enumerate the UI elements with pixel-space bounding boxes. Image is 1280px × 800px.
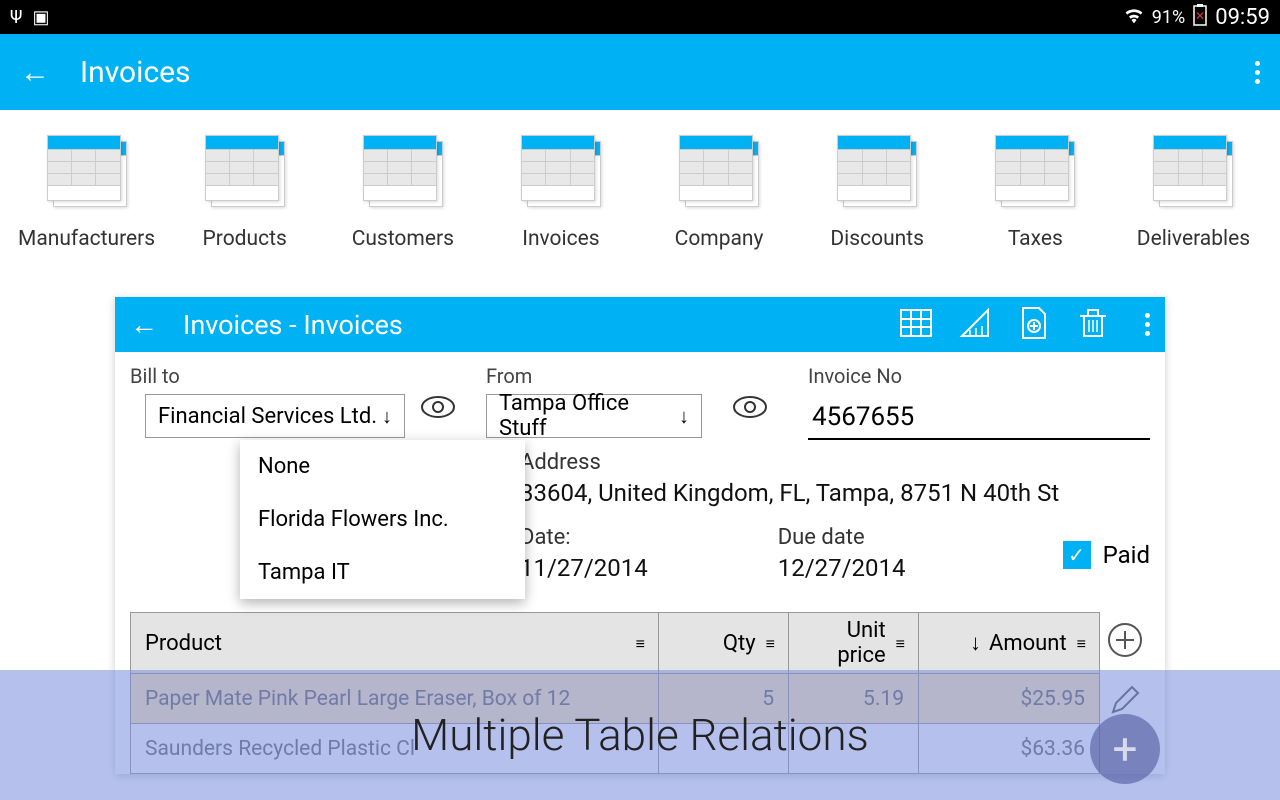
clock: 09:59	[1215, 5, 1270, 30]
col-product[interactable]: Product≡	[131, 613, 659, 673]
address-label: Address	[520, 450, 1150, 475]
category-item[interactable]: Discounts	[801, 135, 954, 251]
table-view-icon[interactable]	[899, 306, 933, 344]
date-label: Date:	[520, 525, 648, 550]
category-label: Invoices	[522, 227, 599, 251]
table-stack-icon	[47, 135, 127, 207]
col-price[interactable]: Unit price≡	[789, 613, 919, 673]
column-menu-icon[interactable]: ≡	[896, 641, 904, 646]
battery-percent: 91%	[1152, 7, 1185, 28]
date-value: 11/27/2014	[520, 554, 648, 582]
category-item[interactable]: Deliverables	[1117, 135, 1270, 251]
battery-icon: ✕	[1193, 4, 1207, 31]
category-label: Discounts	[830, 227, 924, 251]
table-stack-icon	[837, 135, 917, 207]
detail-title: Invoices - Invoices	[183, 309, 403, 341]
category-item[interactable]: Customers	[326, 135, 479, 251]
category-label: Company	[675, 227, 764, 251]
category-label: Customers	[352, 227, 454, 251]
category-label: Taxes	[1008, 227, 1063, 251]
category-item[interactable]: Products	[168, 135, 321, 251]
category-label: Manufacturers	[18, 227, 155, 251]
detail-more-icon[interactable]	[1145, 313, 1150, 336]
table-stack-icon	[679, 135, 759, 207]
chevron-down-icon: ↓	[382, 404, 392, 429]
detail-back-icon[interactable]: ←	[130, 308, 158, 341]
dropdown-item[interactable]: Florida Flowers Inc.	[240, 493, 525, 546]
category-item[interactable]: Manufacturers	[10, 135, 163, 251]
due-date-value: 12/27/2014	[778, 554, 906, 582]
invoice-no-label: Invoice No	[808, 364, 1150, 388]
status-bar: Ψ ▣ 91% ✕ 09:59	[0, 0, 1280, 34]
category-row: Manufacturers Products Customers Invoices Co…	[0, 110, 1280, 271]
usb-icon: Ψ	[10, 7, 22, 28]
overlay-text: Multiple Table Relations	[411, 709, 869, 761]
page-title: Invoices	[80, 55, 191, 90]
table-stack-icon	[995, 135, 1075, 207]
detail-toolbar: ← Invoices - Invoices	[115, 297, 1165, 352]
due-date-label: Due date	[778, 525, 906, 550]
overlay-banner: Multiple Table Relations	[0, 670, 1280, 800]
view-billto-icon[interactable]	[420, 394, 456, 440]
paid-checkbox[interactable]: ✓	[1063, 541, 1091, 569]
app-bar: ← Invoices	[0, 34, 1280, 110]
add-document-icon[interactable]	[1017, 306, 1051, 344]
fab-add-button[interactable]: +	[1090, 714, 1160, 784]
table-stack-icon	[521, 135, 601, 207]
ruler-icon[interactable]	[958, 306, 992, 344]
trash-icon[interactable]	[1076, 306, 1110, 344]
col-qty[interactable]: Qty≡	[659, 613, 789, 673]
invoice-no-input[interactable]	[808, 396, 1150, 440]
add-row-icon[interactable]	[1107, 622, 1143, 662]
column-menu-icon[interactable]: ≡	[636, 641, 644, 646]
dropdown-item[interactable]: None	[240, 440, 525, 493]
address-text: 33604, United Kingdom, FL, Tampa, 8751 N…	[520, 479, 1150, 507]
category-item[interactable]: Taxes	[959, 135, 1112, 251]
col-amount[interactable]: ↓Amount≡	[919, 613, 1099, 673]
category-label: Deliverables	[1137, 227, 1250, 251]
view-from-icon[interactable]	[732, 394, 768, 440]
from-label: From	[486, 364, 702, 388]
table-stack-icon	[363, 135, 443, 207]
column-menu-icon[interactable]: ≡	[766, 641, 774, 646]
wifi-icon	[1124, 6, 1144, 29]
sort-desc-icon: ↓	[970, 630, 981, 656]
column-menu-icon[interactable]: ≡	[1077, 641, 1085, 646]
from-select[interactable]: Tampa Office Stuff ↓	[486, 394, 702, 438]
dropdown-item[interactable]: Tampa IT	[240, 546, 525, 599]
category-item[interactable]: Company	[643, 135, 796, 251]
chevron-down-icon: ↓	[679, 404, 689, 429]
svg-text:✕: ✕	[1195, 9, 1205, 23]
bill-to-label: Bill to	[130, 364, 390, 388]
more-icon[interactable]	[1255, 61, 1260, 84]
image-icon: ▣	[32, 7, 49, 28]
category-label: Products	[203, 227, 287, 251]
bill-to-dropdown: NoneFlorida Flowers Inc.Tampa IT	[240, 440, 525, 599]
category-item[interactable]: Invoices	[484, 135, 637, 251]
bill-to-select[interactable]: Financial Services Ltd. ↓	[145, 394, 405, 438]
table-stack-icon	[1153, 135, 1233, 207]
back-icon[interactable]: ←	[20, 55, 50, 90]
paid-label: Paid	[1103, 541, 1150, 569]
table-stack-icon	[205, 135, 285, 207]
